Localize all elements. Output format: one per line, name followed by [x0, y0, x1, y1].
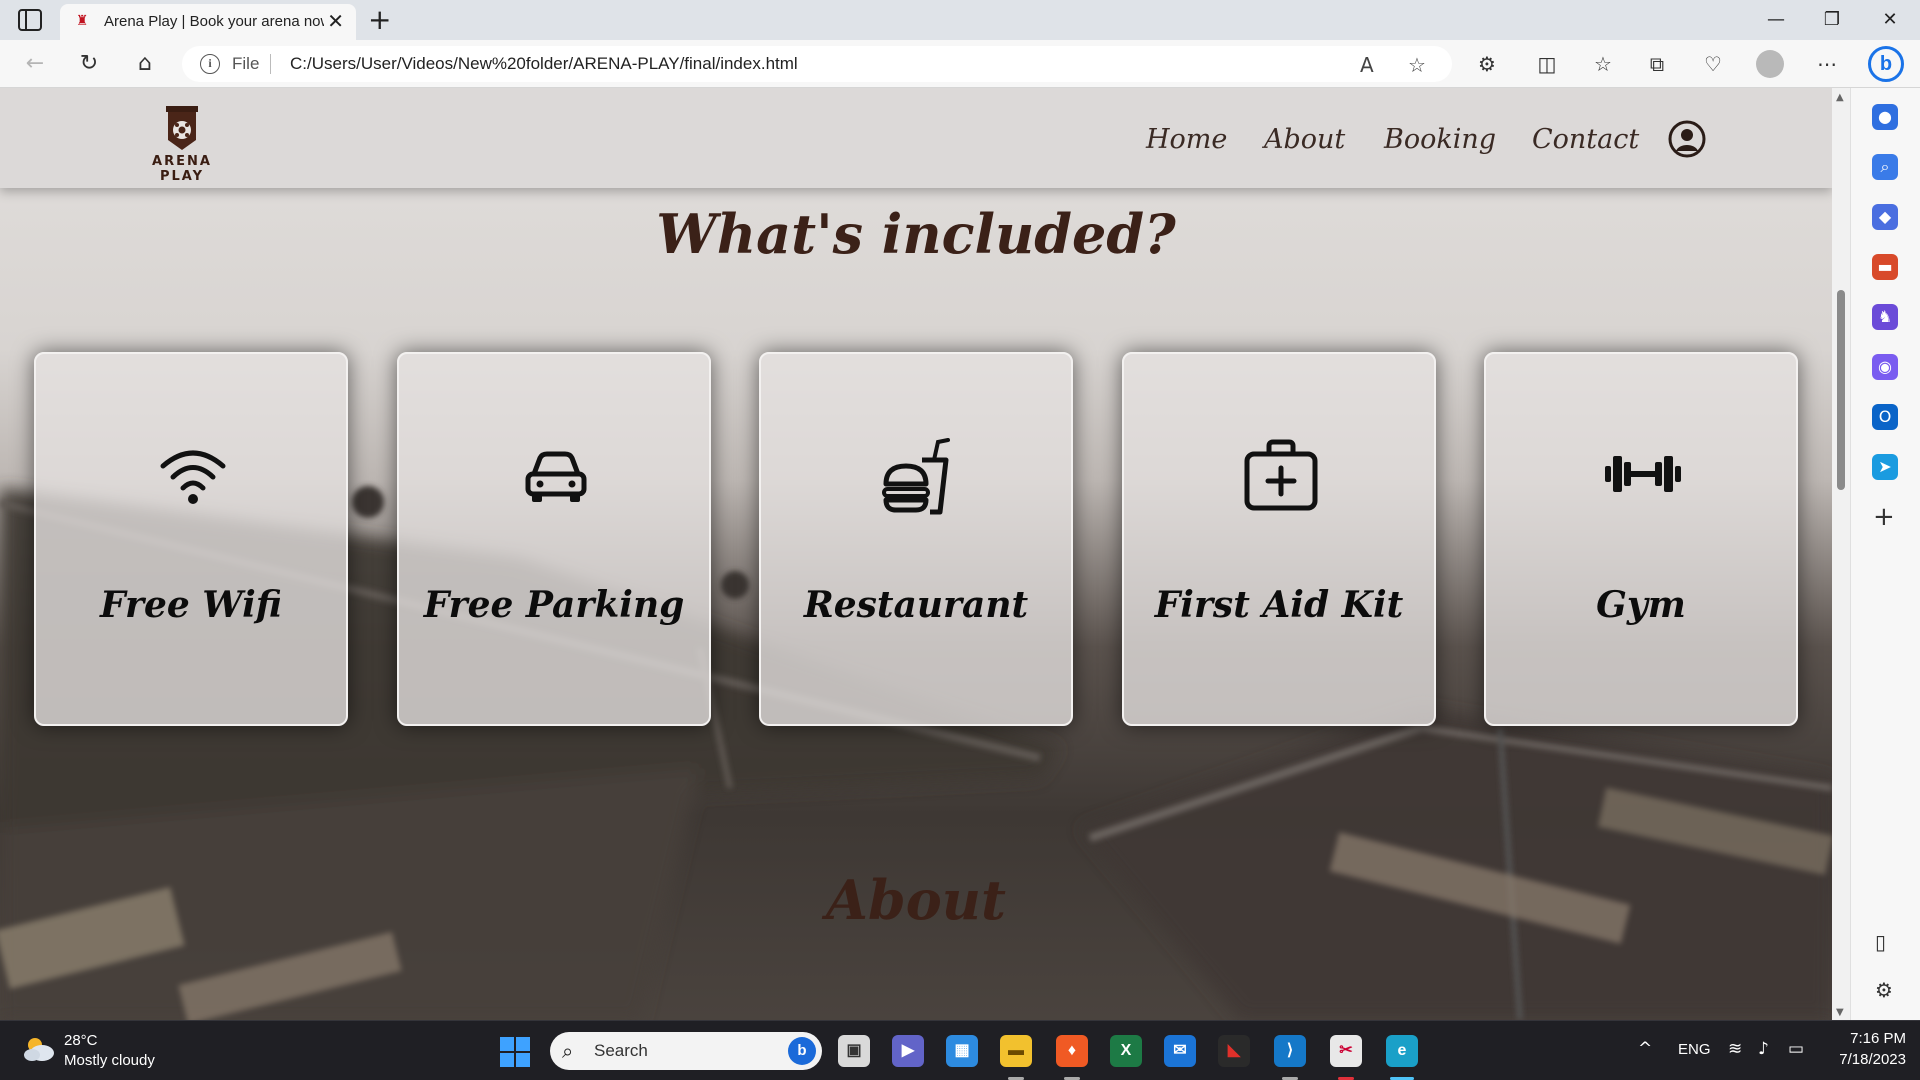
window-close-button[interactable]: ✕	[1870, 6, 1910, 34]
nav-link-about[interactable]: About	[1264, 124, 1345, 155]
sidebar-settings-gear-icon[interactable]: ⚙	[1875, 978, 1893, 1002]
search-icon[interactable]: ⌕	[1872, 154, 1898, 180]
microsoft-365-icon[interactable]: ◉	[1872, 354, 1898, 380]
browser-tab-bar: ♜ Arena Play | Book your arena now ✕ + —…	[0, 0, 1920, 40]
browser-essentials-icon[interactable]: ♡	[1698, 50, 1728, 78]
clock-date[interactable]: 7/18/2023	[1826, 1051, 1906, 1068]
taskbar-search-box[interactable]: ⌕ Search b	[550, 1032, 822, 1070]
windows-start-icon[interactable]	[500, 1037, 530, 1067]
input-language[interactable]: ENG	[1678, 1041, 1711, 1058]
games-chess-icon[interactable]: ♞	[1872, 304, 1898, 330]
feature-label: Free Wifi	[100, 584, 282, 626]
dumbbell-icon	[1605, 456, 1681, 492]
feature-label: First Aid Kit	[1154, 584, 1404, 626]
shield-logo-icon	[166, 106, 198, 150]
browser-toolbar: ← ↻ ⌂ i File C:/Users/User/Videos/New%20…	[0, 40, 1920, 88]
excel-icon[interactable]: X	[1110, 1035, 1142, 1067]
notifications-bell-icon[interactable]: ●	[1872, 104, 1898, 130]
tab-actions-icon[interactable]	[18, 9, 42, 31]
edge-browser-icon[interactable]: e	[1386, 1035, 1418, 1067]
vs-code-icon[interactable]: ⟩	[1274, 1035, 1306, 1067]
nav-link-booking[interactable]: Booking	[1384, 124, 1496, 155]
task-view-icon[interactable]: ▣	[838, 1035, 870, 1067]
bing-copilot-icon[interactable]: b	[1868, 46, 1904, 82]
snipping-tool-icon[interactable]: ✂	[1330, 1035, 1362, 1067]
nav-link-home[interactable]: Home	[1146, 124, 1227, 155]
feature-card-parking: Free Parking	[397, 352, 711, 726]
url-scheme-label: File	[232, 54, 260, 73]
tools-briefcase-icon[interactable]: ▬	[1872, 254, 1898, 280]
wifi-icon	[160, 450, 226, 504]
arena-play-logo[interactable]: ARENA PLAY	[132, 104, 232, 184]
included-section-title: What's included?	[656, 202, 1176, 266]
first-aid-icon	[1244, 439, 1318, 511]
scrollbar-thumb[interactable]	[1837, 290, 1845, 490]
add-sidebar-app-icon[interactable]: +	[1873, 504, 1895, 530]
back-arrow-icon[interactable]: ←	[20, 50, 50, 78]
cloudy-weather-icon[interactable]	[22, 1035, 56, 1063]
drop-send-icon[interactable]: ➤	[1872, 454, 1898, 480]
user-account-icon[interactable]	[1668, 120, 1706, 158]
refresh-icon[interactable]: ↻	[74, 50, 104, 78]
weather-description[interactable]: Mostly cloudy	[64, 1052, 155, 1069]
page-viewport: ARENA PLAY Home About Booking Contact Wh…	[0, 88, 1832, 1020]
about-section-title: About	[826, 868, 1006, 932]
file-explorer-icon[interactable]: ▬	[1000, 1035, 1032, 1067]
feature-label: Free Parking	[423, 584, 685, 626]
outlook-icon[interactable]: O	[1872, 404, 1898, 430]
tab-favicon-icon: ♜	[75, 13, 89, 29]
shopping-tag-icon[interactable]: ◆	[1872, 204, 1898, 230]
split-screen-icon[interactable]: ◫	[1532, 50, 1562, 78]
extensions-icon[interactable]: ⚙	[1472, 50, 1502, 78]
feature-label: Restaurant	[803, 584, 1029, 626]
show-hidden-icons-chevron-icon[interactable]: ^	[1638, 1039, 1652, 1059]
gaming-app-icon[interactable]: ◣	[1218, 1035, 1250, 1067]
nav-link-contact[interactable]: Contact	[1532, 124, 1639, 155]
site-info-icon[interactable]: i	[200, 54, 220, 74]
home-icon[interactable]: ⌂	[130, 50, 160, 78]
microsoft-store-icon[interactable]: ▦	[946, 1035, 978, 1067]
new-tab-button[interactable]: +	[368, 4, 391, 36]
windows-taskbar: 28°C Mostly cloudy ⌕ Search b ▣ ▶ ▦ ▬ ♦ …	[0, 1020, 1920, 1080]
feature-card-gym: Gym	[1484, 352, 1798, 726]
wifi-tray-icon[interactable]: ≋	[1728, 1039, 1742, 1059]
scroll-down-arrow-icon[interactable]: ▼	[1836, 1007, 1844, 1018]
bing-search-icon[interactable]: b	[788, 1037, 816, 1065]
food-icon	[882, 438, 950, 515]
clock-time[interactable]: 7:16 PM	[1826, 1030, 1906, 1047]
mail-icon[interactable]: ✉	[1164, 1035, 1196, 1067]
favorite-star-icon[interactable]: ☆	[1408, 53, 1426, 77]
url-divider	[270, 54, 271, 74]
tab-title: Arena Play | Book your arena now	[104, 13, 324, 30]
teams-chat-icon[interactable]: ▶	[892, 1035, 924, 1067]
scroll-up-arrow-icon[interactable]: ▲	[1836, 92, 1844, 103]
feature-label: Gym	[1596, 584, 1686, 626]
feature-card-wifi: Free Wifi	[34, 352, 348, 726]
search-icon: ⌕	[562, 1039, 574, 1063]
feature-card-restaurant: Restaurant	[759, 352, 1073, 726]
favorites-icon[interactable]: ☆	[1588, 50, 1618, 78]
collections-icon[interactable]: ⧉	[1642, 50, 1672, 78]
tab-close-button[interactable]: ✕	[327, 9, 344, 33]
window-restore-button[interactable]: ❐	[1812, 6, 1852, 34]
search-placeholder: Search	[594, 1041, 648, 1060]
weather-temperature[interactable]: 28°C	[64, 1032, 98, 1049]
feature-card-first-aid: First Aid Kit	[1122, 352, 1436, 726]
battery-icon[interactable]: ▭	[1788, 1039, 1804, 1059]
more-options-icon[interactable]: ⋯	[1812, 50, 1842, 78]
hide-sidebar-icon[interactable]: ▯	[1875, 930, 1886, 954]
car-icon	[525, 451, 587, 502]
page-scrollbar[interactable]: ▲ ▼	[1832, 88, 1850, 1020]
window-minimize-button[interactable]: —	[1756, 6, 1796, 34]
volume-icon[interactable]: ♪	[1758, 1039, 1769, 1059]
logo-text: ARENA PLAY	[152, 154, 212, 184]
brave-browser-icon[interactable]: ♦	[1056, 1035, 1088, 1067]
url-text[interactable]: C:/Users/User/Videos/New%20folder/ARENA-…	[290, 54, 798, 74]
edge-sidebar: ● ⌕ ◆ ▬ ♞ ◉ O ➤ + ▯ ⚙	[1850, 88, 1920, 1020]
address-bar[interactable]: i File C:/Users/User/Videos/New%20folder…	[182, 46, 1452, 82]
site-header: ARENA PLAY Home About Booking Contact	[0, 88, 1832, 188]
profile-avatar[interactable]	[1756, 50, 1784, 78]
browser-tab-active[interactable]: ♜ Arena Play | Book your arena now ✕	[60, 4, 356, 40]
read-aloud-icon[interactable]: A	[1360, 53, 1374, 77]
